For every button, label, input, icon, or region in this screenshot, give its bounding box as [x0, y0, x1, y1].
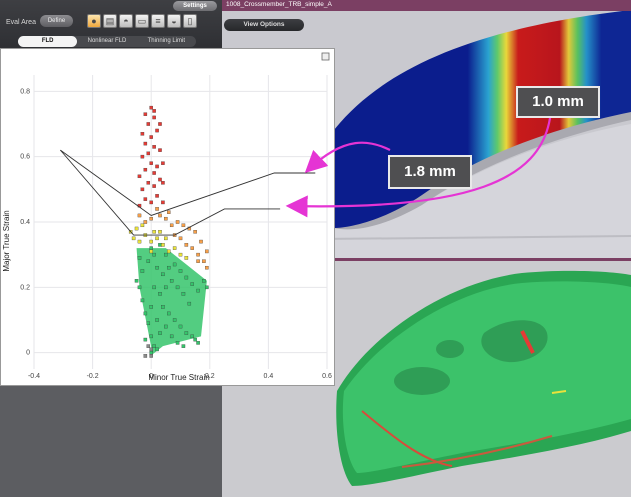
arrow-1-8mm	[304, 141, 391, 174]
callout-1-0mm: 1.0 mm	[516, 86, 600, 118]
callout-1-8mm: 1.8 mm	[388, 155, 472, 189]
arrow-overlay	[285, 117, 552, 218]
